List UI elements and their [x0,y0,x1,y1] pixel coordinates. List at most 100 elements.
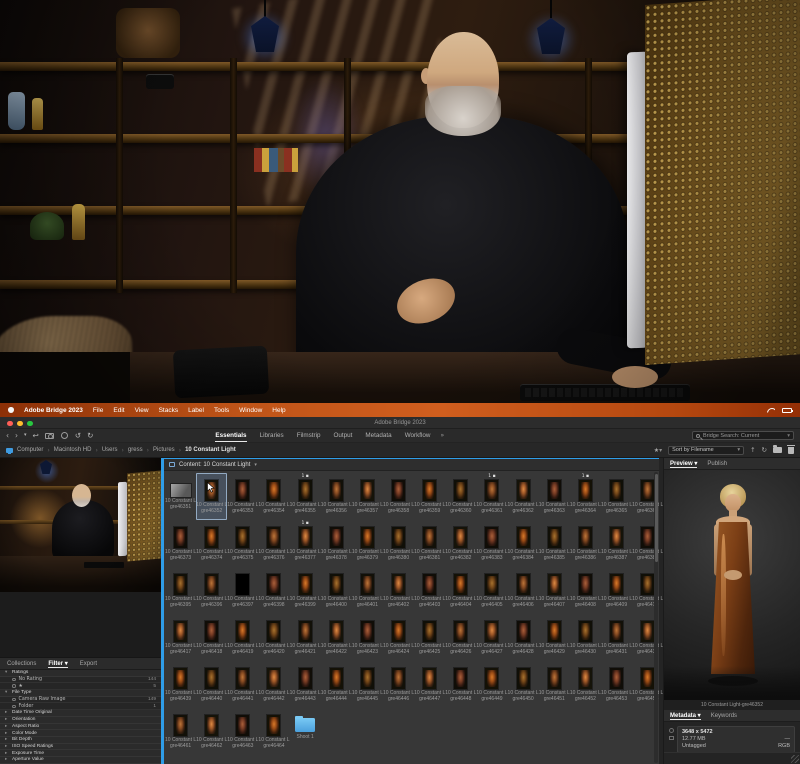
thumbnail-cell[interactable]: 10 Constant Lgre46422 [321,614,352,661]
expand-icon[interactable]: ▸ [5,717,12,722]
thumbnail-cell[interactable]: 10 Constant Lgre46452 [570,661,601,708]
tab-publish[interactable]: Publish [707,461,727,467]
thumbnail-cell[interactable]: 10 Constant Lgre46403 [414,567,445,614]
thumbnail-cell[interactable]: 10 Constant Lgre46365 [601,473,632,520]
tab-libraries[interactable]: Libraries [260,430,284,441]
thumbnail-cell[interactable]: 10 Constant Lgre46453 [601,661,632,708]
thumbnail-cell[interactable]: 10 Constant Lgre46445 [352,661,383,708]
back-icon[interactable]: ‹ [6,432,9,440]
thumbnail-cell[interactable]: 10 Constant Lgre46461 [165,708,196,755]
filter-checkbox[interactable] [12,705,16,709]
thumbnail-cell[interactable]: 10 Constant Lgre46441 [227,661,258,708]
expand-icon[interactable]: ▸ [5,751,12,756]
thumbnail-cell[interactable]: 1 ▪10 Constant Lgre46364 [570,473,601,520]
thumbnail-cell[interactable]: 10 Constant Lgre46444 [321,661,352,708]
thumbnail-cell[interactable]: 1 ▪10 Constant Lgre46377 [290,520,321,567]
breadcrumb-item[interactable]: Macintosh HD [54,447,92,453]
thumbnail-cell[interactable]: 10 Constant Lgre46366 [632,473,663,520]
expand-icon[interactable]: ▸ [5,724,12,729]
search-input[interactable]: Bridge Search: Current ▾ [692,431,794,440]
thumbnail-cell[interactable]: 10 Constant Lgre46423 [352,614,383,661]
breadcrumb-item[interactable]: gress [128,447,143,453]
tab-keywords[interactable]: Keywords [711,713,737,719]
thumbnail-cell[interactable]: 10 Constant Lgre46354 [258,473,289,520]
workspace-overflow-icon[interactable]: » [440,432,444,439]
preview-image[interactable] [664,470,800,700]
collapse-icon[interactable]: ▾ [5,670,12,675]
thumbnail-cell[interactable]: 10 Constant Lgre46425 [414,614,445,661]
thumbnail-cell[interactable]: 10 Constant Lgre46419 [227,614,258,661]
thumbnail-cell[interactable]: 10 Constant Lgre46439 [165,661,196,708]
thumbnail-cell[interactable]: 10 Constant Lgre46420 [258,614,289,661]
thumbnail-cell[interactable]: 10 Constant Lgre46405 [476,567,507,614]
thumbnail-cell[interactable]: 10 Constant Lgre46352 [196,473,227,520]
boomerang-icon[interactable]: ↩ [33,432,39,440]
thumbnail-cell[interactable]: 10 Constant Lgre46400 [321,567,352,614]
filter-checkbox[interactable] [12,678,16,682]
thumbnail-cell[interactable]: 10 Constant Lgre46398 [258,567,289,614]
resize-grip[interactable] [791,755,799,763]
expand-icon[interactable]: ▸ [5,737,12,742]
filter-section-aspect-ratio[interactable]: ▸Aspect Ratio [0,724,161,731]
thumbnail-cell[interactable]: 10 Constant Lgre46401 [352,567,383,614]
recent-caret-icon[interactable]: ▾ [24,433,27,438]
search-caret-icon[interactable]: ▾ [787,433,790,439]
tab-essentials[interactable]: Essentials [215,430,246,442]
menu-item-tools[interactable]: Tools [214,407,229,414]
thumbnail-cell[interactable]: 10 Constant Lgre46417 [165,614,196,661]
thumbnail-cell[interactable]: 10 Constant Lgre46430 [570,614,601,661]
menu-item-window[interactable]: Window [239,407,262,414]
thumbnail-cell[interactable]: 10 Constant Lgre46409 [601,567,632,614]
thumbnail-cell[interactable]: 10 Constant Lgre46407 [539,567,570,614]
filter-section-date-time-original[interactable]: ▸Date Time Original [0,710,161,717]
new-folder-icon[interactable] [773,447,782,453]
thumbnail-cell[interactable]: 10 Constant Lgre46381 [414,520,445,567]
tab-output[interactable]: Output [334,430,353,441]
sort-ascending-icon[interactable]: ↑ [750,446,755,454]
thumbnail-cell[interactable]: 10 Constant Lgre46450 [508,661,539,708]
thumbnail-cell[interactable]: 10 Constant Lgre46351 [165,473,196,520]
filter-checkbox[interactable] [12,684,16,688]
thumbnail-cell[interactable]: 10 Constant Lgre46451 [539,661,570,708]
battery-icon[interactable] [782,408,792,413]
thumbnail-cell[interactable]: 10 Constant Lgre46353 [227,473,258,520]
filter-section-bit-depth[interactable]: ▸Bit Depth [0,737,161,744]
menu-item-label[interactable]: Label [188,407,204,414]
thumbnail-cell[interactable]: 10 Constant Lgre46358 [383,473,414,520]
tab-export[interactable]: Export [80,661,97,667]
breadcrumb-item[interactable]: Users [102,447,118,453]
scrollbar-thumb[interactable] [655,474,658,562]
tab-collections[interactable]: Collections [7,661,36,667]
breadcrumb-item[interactable]: Pictures [153,447,175,453]
thumbnail-cell[interactable]: 10 Constant Lgre46376 [258,520,289,567]
thumbnail-cell[interactable]: 10 Constant Lgre46429 [539,614,570,661]
thumbnail-cell[interactable]: 10 Constant Lgre46406 [508,567,539,614]
thumbnail-cell[interactable]: 10 Constant Lgre46428 [508,614,539,661]
thumbnail-cell[interactable]: 10 Constant Lgre46380 [383,520,414,567]
thumbnail-cell[interactable]: 10 Constant Lgre46395 [165,567,196,614]
thumbnail-cell[interactable]: 10 Constant Lgre46446 [383,661,414,708]
filter-by-rating-icon[interactable]: ★▾ [654,447,662,454]
menu-app-name[interactable]: Adobe Bridge 2023 [24,407,83,414]
thumbnail-cell[interactable]: 10 Constant Lgre46442 [258,661,289,708]
collapse-icon[interactable]: ▾ [5,690,12,695]
get-photos-from-camera-icon[interactable] [45,433,54,439]
menu-item-view[interactable]: View [135,407,149,414]
menu-item-stacks[interactable]: Stacks [159,407,179,414]
thumbnail-cell[interactable]: 10 Constant Lgre46463 [227,708,258,755]
thumbnail-cell[interactable]: 10 Constant Lgre46396 [196,567,227,614]
tab-filter[interactable]: Filter ▾ [48,660,67,668]
tab-metadata[interactable]: Metadata [365,430,391,441]
apple-logo-icon[interactable] [8,407,14,413]
filter-item[interactable]: No Rating144 [0,677,161,684]
tab-workflow[interactable]: Workflow [405,430,431,441]
delete-icon[interactable] [788,447,794,454]
folder-cell[interactable]: Shoot 1 [290,708,321,755]
forward-icon[interactable]: › [15,432,18,440]
thumbnail-cell[interactable]: 10 Constant Lgre46378 [321,520,352,567]
thumbnail-cell[interactable]: 10 Constant Lgre46359 [414,473,445,520]
thumbnail-cell[interactable]: 10 Constant Lgre46424 [383,614,414,661]
thumbnail-cell[interactable]: 10 Constant Lgre46440 [196,661,227,708]
wifi-icon[interactable] [767,408,775,413]
thumbnail-cell[interactable]: 10 Constant Lgre46399 [290,567,321,614]
